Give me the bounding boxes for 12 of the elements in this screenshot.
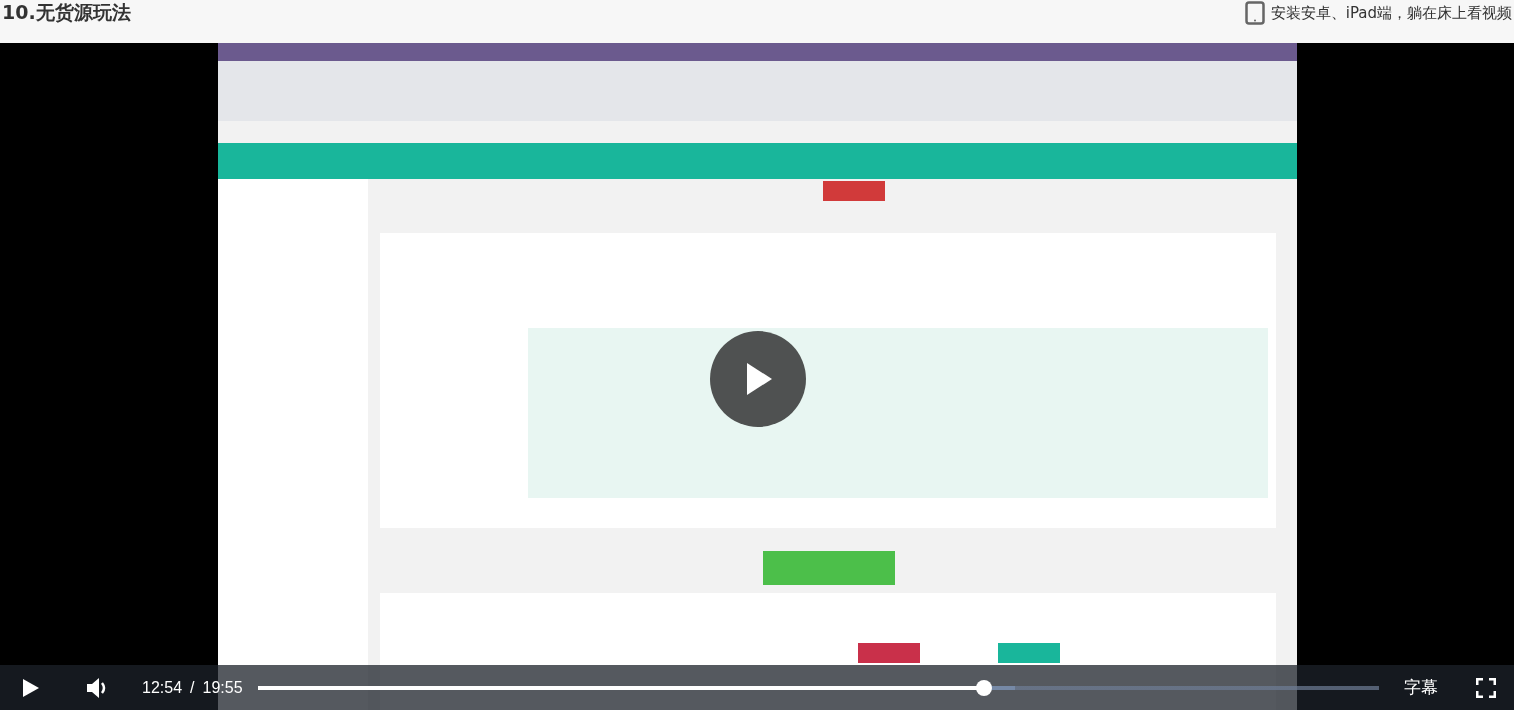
video-title: 10.无货源玩法: [2, 0, 131, 24]
time-separator: /: [190, 678, 195, 697]
app-promo-link[interactable]: 安装安卓、iPad端，躺在床上看视频: [1270, 2, 1512, 24]
subtitles-button[interactable]: 字幕: [1404, 676, 1438, 699]
duration: 19:55: [202, 678, 243, 697]
progress-thumb[interactable]: [976, 679, 993, 696]
fullscreen-icon: [1476, 677, 1496, 698]
play-icon: [22, 677, 40, 698]
current-time: 12:54: [142, 678, 183, 697]
play-button[interactable]: [22, 677, 40, 698]
fullscreen-button[interactable]: [1476, 677, 1496, 698]
tablet-icon: [1244, 1, 1265, 25]
